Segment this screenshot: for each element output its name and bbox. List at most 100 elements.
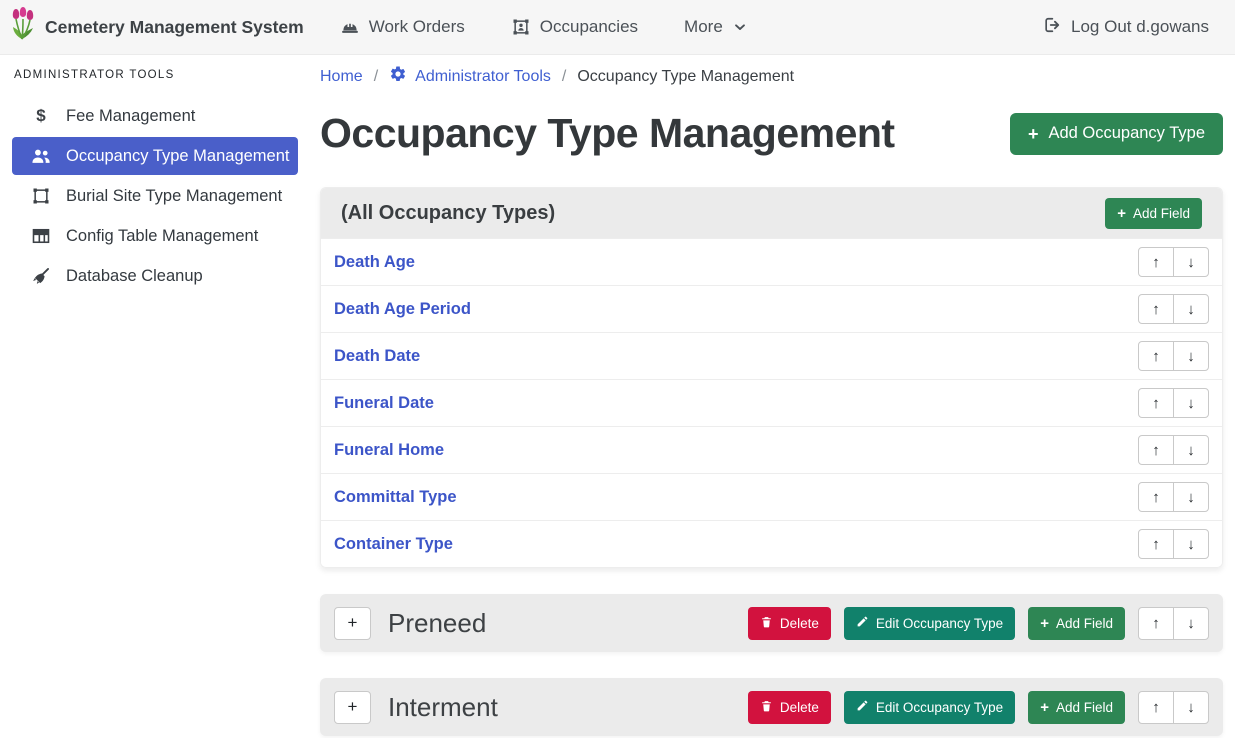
arrow-up-icon: ↑ [1152,615,1160,632]
chevron-down-icon [732,19,748,35]
reorder-group: ↑ ↓ [1138,247,1209,277]
nav-work-orders[interactable]: Work Orders [340,17,465,37]
trash-icon [760,615,773,632]
reorder-group: ↑ ↓ [1138,607,1209,640]
move-up-button[interactable]: ↑ [1138,388,1174,418]
nav-more-label: More [684,17,723,37]
field-link-funeral-home[interactable]: Funeral Home [334,441,444,460]
sidebar-item-label: Occupancy Type Management [66,147,290,166]
logout-button[interactable]: Log Out d.gowans [1042,15,1209,40]
sidebar-item-database-cleanup[interactable]: Database Cleanup [12,257,298,295]
move-up-button[interactable]: ↑ [1138,247,1174,277]
trash-icon [760,699,773,716]
add-field-button[interactable]: + Add Field [1028,691,1125,724]
table-icon [30,226,52,246]
breadcrumb-home-link[interactable]: Home [320,68,363,86]
add-field-label: Add Field [1133,206,1190,221]
move-down-button[interactable]: ↓ [1173,691,1209,724]
expand-button[interactable]: + [334,691,371,724]
delete-button[interactable]: Delete [748,607,831,640]
page-title: Occupancy Type Management [320,110,895,157]
move-down-button[interactable]: ↓ [1173,247,1209,277]
move-down-button[interactable]: ↓ [1173,607,1209,640]
occupancy-type-section-interment: + Interment Delete Edit Occupancy Type +… [320,678,1223,736]
move-down-button[interactable]: ↓ [1173,341,1209,371]
field-link-committal-type[interactable]: Committal Type [334,488,457,507]
add-field-label: Add Field [1056,616,1113,631]
reorder-group: ↑ ↓ [1138,341,1209,371]
reorder-group: ↑ ↓ [1138,294,1209,324]
hard-hat-icon [340,17,360,37]
add-field-button[interactable]: + Add Field [1028,607,1125,640]
field-row: Death Age Period ↑ ↓ [321,285,1222,332]
field-row: Death Date ↑ ↓ [321,332,1222,379]
arrow-up-icon: ↑ [1152,489,1160,506]
reorder-group: ↑ ↓ [1138,435,1209,465]
move-down-button[interactable]: ↓ [1173,388,1209,418]
arrow-down-icon: ↓ [1187,442,1195,459]
nav-occupancies[interactable]: Occupancies [511,17,638,37]
sidebar-item-fee-management[interactable]: $ Fee Management [12,97,298,135]
field-link-funeral-date[interactable]: Funeral Date [334,394,434,413]
breadcrumb-separator: / [562,68,566,86]
add-field-button[interactable]: + Add Field [1105,198,1202,229]
breadcrumb-admin-tools-link[interactable]: Administrator Tools [389,65,551,88]
nav-work-orders-label: Work Orders [369,17,465,37]
edit-occupancy-type-button[interactable]: Edit Occupancy Type [844,691,1015,724]
broom-icon [30,266,52,286]
field-link-container-type[interactable]: Container Type [334,535,453,554]
sidebar-item-label: Database Cleanup [66,267,203,286]
sidebar-item-config-table-management[interactable]: Config Table Management [12,217,298,255]
arrow-up-icon: ↑ [1152,536,1160,553]
nav-occupancies-label: Occupancies [540,17,638,37]
sidebar-item-label: Config Table Management [66,227,258,246]
breadcrumb-separator: / [374,68,378,86]
plus-icon: + [1040,700,1049,715]
delete-label: Delete [780,700,819,715]
panel-header: (All Occupancy Types) + Add Field [321,188,1222,238]
pencil-icon [856,615,869,631]
breadcrumb-admin-tools-label: Administrator Tools [415,68,551,86]
pencil-icon [856,699,869,715]
section-actions: Delete Edit Occupancy Type + Add Field ↑… [748,607,1209,640]
app-title: Cemetery Management System [45,17,304,38]
add-occupancy-type-button[interactable]: + Add Occupancy Type [1010,113,1223,155]
sidebar-item-burial-site-type-management[interactable]: Burial Site Type Management [12,177,298,215]
sidebar: ADMINISTRATOR TOOLS $ Fee Management Occ… [0,55,308,297]
app-brand[interactable]: Cemetery Management System [10,7,304,48]
gear-icon [389,65,407,88]
move-up-button[interactable]: ↑ [1138,435,1174,465]
move-up-button[interactable]: ↑ [1138,482,1174,512]
sidebar-item-occupancy-type-management[interactable]: Occupancy Type Management [12,137,298,175]
nav-more[interactable]: More [684,17,748,37]
arrow-down-icon: ↓ [1187,348,1195,365]
field-row: Funeral Date ↑ ↓ [321,379,1222,426]
move-up-button[interactable]: ↑ [1138,607,1174,640]
move-up-button[interactable]: ↑ [1138,294,1174,324]
move-up-button[interactable]: ↑ [1138,341,1174,371]
arrow-up-icon: ↑ [1152,395,1160,412]
logout-label: Log Out d.gowans [1071,17,1209,37]
section-actions: Delete Edit Occupancy Type + Add Field ↑… [748,691,1209,724]
move-down-button[interactable]: ↓ [1173,435,1209,465]
move-down-button[interactable]: ↓ [1173,529,1209,559]
delete-label: Delete [780,616,819,631]
edit-occupancy-type-label: Edit Occupancy Type [876,616,1003,631]
arrow-up-icon: ↑ [1152,442,1160,459]
field-link-death-age[interactable]: Death Age [334,253,415,272]
move-up-button[interactable]: ↑ [1138,691,1174,724]
occupancy-type-section-preneed: + Preneed Delete Edit Occupancy Type + A… [320,594,1223,652]
move-down-button[interactable]: ↓ [1173,482,1209,512]
field-link-death-age-period[interactable]: Death Age Period [334,300,471,319]
field-link-death-date[interactable]: Death Date [334,347,420,366]
expand-button[interactable]: + [334,607,371,640]
delete-button[interactable]: Delete [748,691,831,724]
vector-square-icon [30,186,52,206]
move-down-button[interactable]: ↓ [1173,294,1209,324]
move-up-button[interactable]: ↑ [1138,529,1174,559]
section-title: Preneed [388,608,486,639]
edit-occupancy-type-button[interactable]: Edit Occupancy Type [844,607,1015,640]
reorder-group: ↑ ↓ [1138,691,1209,724]
arrow-down-icon: ↓ [1187,615,1195,632]
breadcrumb-current: Occupancy Type Management [577,68,794,86]
